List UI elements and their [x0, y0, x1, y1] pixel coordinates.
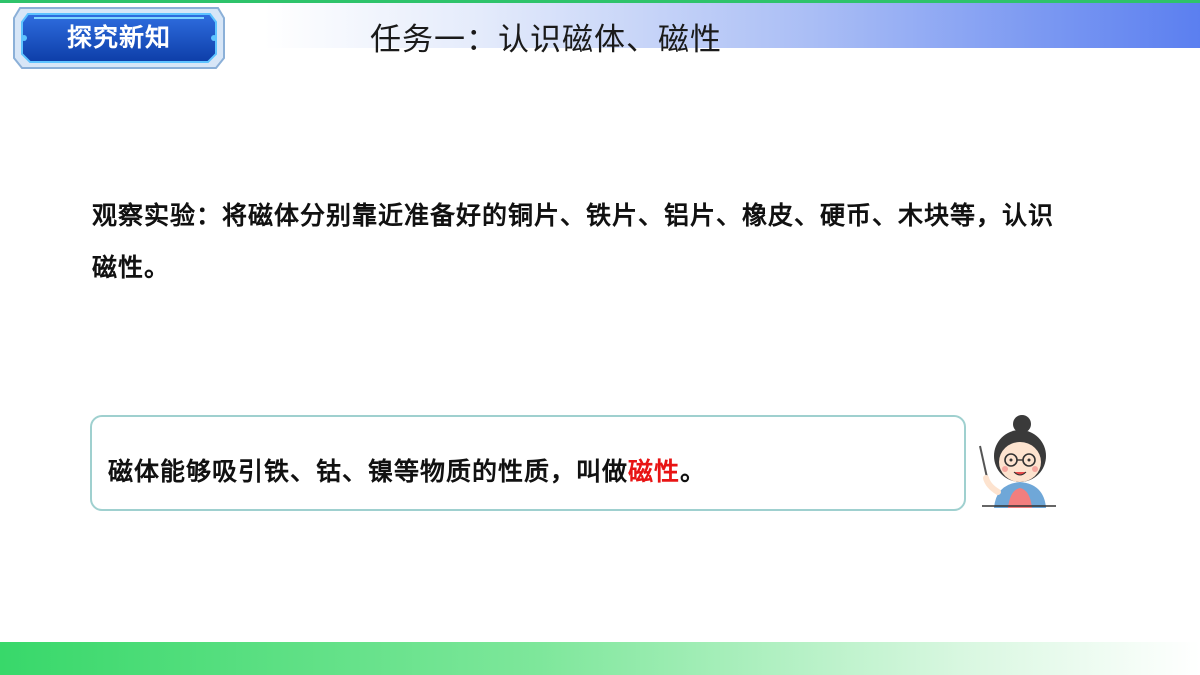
observation-label: 观察实验： [92, 201, 223, 230]
teacher-with-pointer-icon [979, 415, 1056, 508]
definition-highlight: 磁性 [628, 457, 681, 486]
definition-text-before: 磁体能够吸引铁、钴、镍等物质的性质，叫做 [108, 457, 629, 486]
section-badge: 探究新知 [10, 4, 228, 72]
footer-band [0, 642, 1200, 675]
definition-text: 磁体能够吸引铁、钴、镍等物质的性质，叫做磁性。 [108, 452, 706, 488]
header-top-line [0, 0, 1200, 3]
observation-paragraph: 观察实验：将磁体分别靠近准备好的铜片、铁片、铝片、橡皮、硬币、木块等，认识磁性。 [92, 190, 1072, 294]
badge-label: 探究新知 [66, 23, 171, 52]
page-title: 任务一：认识磁体、磁性 [370, 22, 722, 58]
definition-text-after: 。 [680, 457, 707, 486]
observation-text: 将磁体分别靠近准备好的铜片、铁片、铝片、橡皮、硬币、木块等，认识磁性。 [92, 201, 1055, 282]
definition-box: 磁体能够吸引铁、钴、镍等物质的性质，叫做磁性。 [90, 415, 966, 511]
